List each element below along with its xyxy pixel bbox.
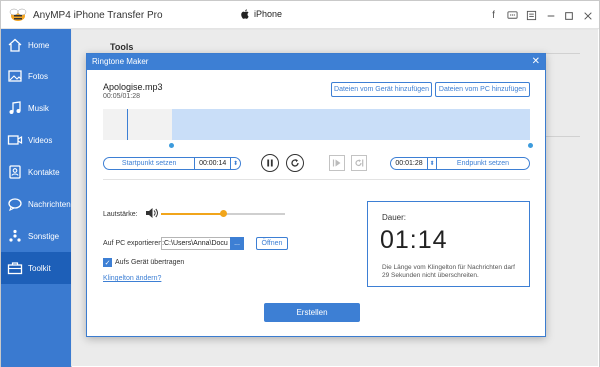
export-label: Auf PC exportieren: (103, 240, 165, 247)
ringtone-maker-dialog: Ringtone Maker ✕ Apologise.mp3 00:05/01:… (86, 53, 546, 337)
pause-icon (267, 159, 273, 167)
sidebar-item-label: Kontakte (28, 167, 60, 177)
pause-button[interactable] (261, 154, 279, 172)
dialog-header: Ringtone Maker ✕ (87, 54, 545, 70)
open-folder-button[interactable]: Öffnen (256, 237, 288, 250)
transfer-to-device-label: Aufs Gerät übertragen (115, 259, 185, 266)
export-path-field[interactable]: C:\Users\Anna\Docu (161, 237, 231, 250)
change-ringtone-link[interactable]: Klingelton ändern? (103, 275, 161, 282)
file-duration: 00:05/01:28 (103, 93, 140, 100)
sidebar-item-kontakte[interactable]: Kontakte (1, 156, 71, 188)
duration-value: 01:14 (380, 226, 448, 254)
device-selector[interactable]: iPhone (241, 9, 282, 19)
volume-label: Lautstärke: (103, 211, 138, 218)
add-from-device-button[interactable]: Dateien vom Gerät hinzufügen (331, 82, 432, 97)
volume-slider-thumb[interactable] (219, 210, 227, 217)
add-from-pc-button[interactable]: Dateien vom PC hinzufügen (435, 82, 530, 97)
other-icon (6, 227, 24, 245)
sidebar-item-home[interactable]: Home (1, 29, 71, 61)
transfer-to-device-checkbox[interactable]: ✓ (103, 258, 112, 267)
checkmark-icon: ✓ (104, 259, 111, 267)
sidebar-item-label: Sonstige (28, 231, 60, 241)
sidebar-item-label: Toolkit (28, 263, 51, 273)
music-icon (6, 99, 24, 117)
set-start-button[interactable]: Startpunkt setzen (104, 158, 194, 169)
end-point-control: 00:01:28 ⬍ Endpunkt setzen (390, 157, 530, 170)
preview-start-button[interactable] (329, 155, 345, 171)
photo-icon (6, 67, 24, 85)
file-name: Apologise.mp3 (103, 82, 163, 92)
dialog-title: Ringtone Maker (92, 57, 149, 66)
sidebar-item-nachrichten[interactable]: Nachrichten (1, 188, 71, 220)
device-name: iPhone (254, 9, 283, 19)
play-icon (332, 159, 341, 167)
start-time-input[interactable]: 00:00:14 (194, 158, 232, 169)
apple-icon (241, 9, 249, 19)
app-logo-icon (9, 8, 27, 21)
end-handle[interactable] (528, 143, 533, 148)
waveform-unselected (103, 109, 172, 140)
set-end-button[interactable]: Endpunkt setzen (437, 158, 529, 169)
duration-panel: Dauer: 01:14 Die Länge vom Klingelton fü… (367, 201, 530, 287)
preview-end-button[interactable] (351, 155, 367, 171)
volume-icon[interactable] (145, 207, 159, 219)
sidebar-item-label: Nachrichten (28, 199, 71, 209)
app-title: AnyMP4 iPhone Transfer Pro (33, 10, 163, 21)
duration-title: Dauer: (382, 213, 407, 222)
sidebar-item-label: Musik (28, 103, 49, 113)
sidebar-item-toolkit[interactable]: Toolkit (1, 252, 71, 284)
messages-icon (6, 195, 24, 213)
start-time-spinner-icon[interactable]: ⬍ (231, 158, 240, 169)
volume-slider-fill (161, 213, 223, 215)
browse-button[interactable]: ... (230, 237, 244, 250)
dialog-close-icon[interactable]: ✕ (532, 56, 540, 67)
contacts-icon (6, 163, 24, 181)
playhead[interactable] (127, 109, 128, 140)
video-icon (6, 131, 24, 149)
start-point-control: Startpunkt setzen 00:00:14 ⬍ (103, 157, 241, 170)
create-button[interactable]: Erstellen (264, 303, 360, 322)
sidebar: Home Fotos Musik Videos Kontakte Nachric… (1, 29, 71, 367)
feedback-icon[interactable] (506, 9, 519, 22)
maximize-icon[interactable] (562, 9, 575, 22)
end-time-input[interactable]: 00:01:28 (391, 158, 428, 169)
divider (103, 179, 530, 180)
replay-end-icon (355, 159, 364, 167)
home-icon (6, 36, 24, 54)
sidebar-item-label: Videos (28, 135, 53, 145)
start-handle[interactable] (169, 143, 174, 148)
replay-button[interactable] (286, 154, 304, 172)
facebook-icon[interactable]: f (487, 9, 500, 22)
waveform-timeline[interactable] (103, 109, 530, 140)
sidebar-item-musik[interactable]: Musik (1, 92, 71, 124)
minimize-icon[interactable] (544, 9, 557, 22)
close-icon[interactable] (581, 9, 594, 22)
sidebar-item-fotos[interactable]: Fotos (1, 60, 71, 92)
sidebar-item-label: Home (28, 40, 50, 50)
title-bar: AnyMP4 iPhone Transfer Pro iPhone f (1, 1, 599, 29)
duration-note: Die Länge vom Klingelton für Nachrichten… (382, 264, 515, 279)
sidebar-item-sonstige[interactable]: Sonstige (1, 220, 71, 252)
sidebar-item-label: Fotos (28, 71, 49, 81)
sidebar-item-videos[interactable]: Videos (1, 124, 71, 156)
end-time-spinner-icon[interactable]: ⬍ (428, 158, 437, 169)
menu-icon[interactable] (525, 9, 538, 22)
replay-icon (291, 159, 299, 167)
volume-slider[interactable] (161, 210, 285, 217)
toolkit-icon (6, 259, 24, 277)
